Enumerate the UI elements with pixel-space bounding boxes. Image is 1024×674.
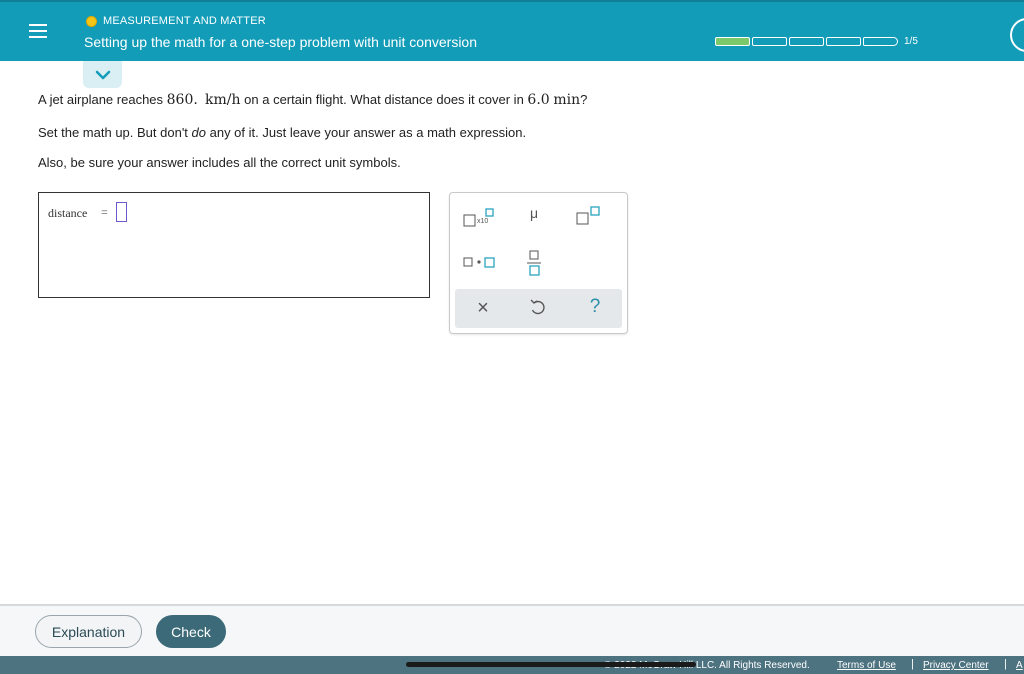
answer-input-slot[interactable] [116, 202, 127, 222]
question-text: A jet airplane reaches 860. km/h on a ce… [38, 92, 587, 108]
action-footer [0, 604, 1024, 656]
progress-segment [715, 37, 750, 46]
progress-count: 1/5 [904, 36, 918, 47]
superscript-button[interactable] [575, 205, 601, 227]
answer-label: distance [48, 206, 88, 220]
collapse-header-button[interactable] [83, 61, 122, 88]
instruction-text-part: Set the math up. But don't [38, 125, 192, 140]
instruction-setup: Set the math up. But don't do any of it.… [38, 125, 526, 140]
time-value: 6.0 [527, 92, 550, 108]
progress-segment [863, 37, 898, 46]
question-text-part: on a certain flight. What distance does … [240, 92, 528, 107]
instruction-units: Also, be sure your answer includes all t… [38, 155, 401, 170]
topic-row: MEASUREMENT AND MATTER [86, 15, 266, 27]
page-title: Setting up the math for a one-step probl… [84, 34, 477, 50]
progress-segment [826, 37, 861, 46]
math-palette: x10 μ × ? [449, 192, 628, 334]
speed-unit: km/h [205, 92, 241, 108]
clear-button[interactable]: × [472, 297, 494, 319]
account-circle-button[interactable] [1010, 18, 1024, 52]
topic-status-dot-icon [86, 15, 97, 27]
terms-of-use-link[interactable]: Terms of Use [837, 660, 896, 671]
hamburger-menu-icon[interactable] [22, 20, 54, 48]
progress-segment [789, 37, 824, 46]
x10-label: x10 [477, 218, 489, 225]
instruction-text-part: any of it. Just leave your answer as a m… [206, 125, 527, 140]
fraction-icon [527, 250, 541, 276]
question-text-part: A jet airplane reaches [38, 92, 167, 107]
scientific-notation-button[interactable]: x10 [462, 207, 494, 229]
fraction-button[interactable] [526, 249, 542, 277]
help-button[interactable]: ? [584, 296, 606, 318]
check-button[interactable]: Check [156, 615, 226, 648]
superscript-icon [576, 206, 600, 225]
speed-value: 860. [166, 92, 198, 108]
equals-sign: = [101, 205, 108, 219]
top-header: MEASUREMENT AND MATTER Setting up the ma… [0, 0, 1024, 61]
palette-actions: × ? [455, 289, 622, 328]
micro-symbol-button[interactable]: μ [523, 205, 545, 227]
progress-bar [715, 37, 898, 46]
chevron-down-icon [95, 70, 110, 79]
question-text-part: ? [580, 92, 588, 107]
multiply-dot-icon [463, 257, 495, 268]
topic-label: MEASUREMENT AND MATTER [103, 15, 266, 27]
instruction-emphasis: do [191, 125, 206, 140]
progress-segment [752, 37, 787, 46]
explanation-button[interactable]: Explanation [35, 615, 142, 648]
horizontal-scrollbar[interactable] [406, 662, 696, 667]
undo-button[interactable] [527, 297, 549, 319]
footer-separator: | [1004, 658, 1007, 670]
time-unit: min [553, 92, 581, 108]
multiply-dot-button[interactable] [462, 255, 496, 271]
answer-input-area[interactable]: distance = [38, 192, 430, 298]
accessibility-link[interactable]: A [1016, 660, 1023, 671]
footer-separator: | [911, 658, 914, 670]
undo-icon [530, 299, 545, 315]
privacy-center-link[interactable]: Privacy Center [923, 660, 989, 671]
